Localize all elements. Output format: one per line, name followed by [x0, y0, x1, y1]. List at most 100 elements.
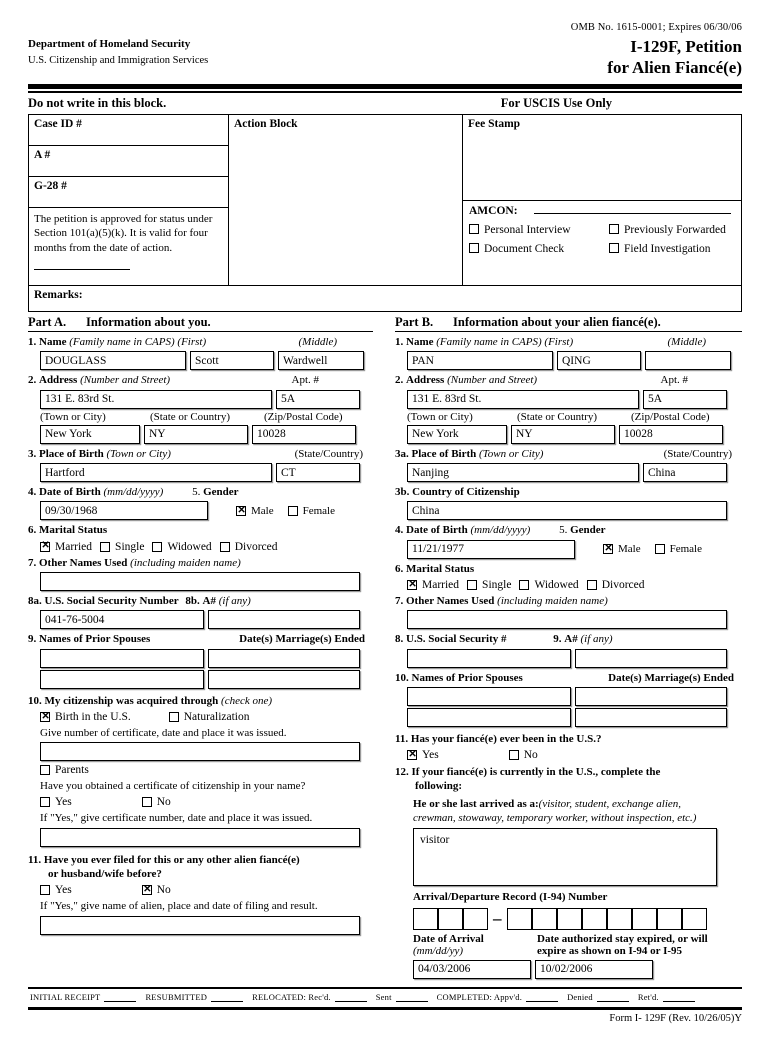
- checkbox-icon[interactable]: [40, 540, 50, 552]
- checkbox-icon[interactable]: [469, 242, 479, 253]
- amcon-input-line[interactable]: [533, 205, 731, 214]
- checkbox-icon[interactable]: [40, 797, 50, 808]
- i94-box[interactable]: [631, 907, 657, 930]
- relocated-line[interactable]: [334, 994, 367, 1002]
- town-input[interactable]: New York: [40, 424, 140, 444]
- fiance-alien-number-input[interactable]: [575, 648, 727, 668]
- i94-box[interactable]: [581, 907, 607, 930]
- checkbox-icon[interactable]: [141, 797, 152, 808]
- checkbox-icon[interactable]: [609, 242, 619, 253]
- fiance-prior-spouse-name-input[interactable]: [407, 686, 571, 706]
- fiance-prior-spouse-date-input[interactable]: [575, 686, 727, 706]
- birth-town-input[interactable]: Hartford: [40, 463, 272, 483]
- i94-box[interactable]: [556, 907, 582, 930]
- checkbox-icon[interactable]: [236, 505, 246, 516]
- prior-spouse-date-input[interactable]: [208, 669, 360, 689]
- prior-filing-no-option[interactable]: No: [141, 884, 171, 896]
- checkbox-icon[interactable]: [100, 541, 111, 552]
- fiance-dob-input[interactable]: 11/21/1977: [407, 539, 575, 559]
- prior-spouse-date-input[interactable]: [208, 648, 360, 668]
- certificate-detail-input[interactable]: [40, 827, 360, 847]
- fiance-birth-country-input[interactable]: China: [643, 463, 727, 483]
- first-name-input[interactable]: Scott: [190, 351, 274, 371]
- fiance-prior-spouse-name-input[interactable]: [407, 707, 571, 727]
- checkbox-field-investigation[interactable]: Field Investigation: [609, 242, 711, 255]
- checkbox-document-check[interactable]: Document Check: [469, 242, 609, 255]
- fiance-other-names-input[interactable]: [407, 610, 727, 630]
- fiance-family-name-input[interactable]: PAN: [407, 351, 553, 371]
- fiance-apt-input[interactable]: 5A: [643, 389, 727, 409]
- checkbox-icon[interactable]: [467, 579, 478, 590]
- case-id-field[interactable]: Case ID #: [29, 115, 228, 146]
- street-input[interactable]: 131 E. 83rd St.: [40, 389, 272, 409]
- fiance-marital-married-option[interactable]: Married: [407, 579, 459, 591]
- prior-spouse-name-input[interactable]: [40, 648, 204, 668]
- fiance-been-in-us-no-option[interactable]: No: [508, 749, 538, 761]
- prior-filing-detail-input[interactable]: [40, 915, 360, 935]
- other-names-input[interactable]: [40, 571, 360, 591]
- fiance-ssn-input[interactable]: [407, 648, 571, 668]
- completed-line[interactable]: [526, 994, 559, 1002]
- fiance-state-input[interactable]: NY: [511, 424, 615, 444]
- citizenship-birth-option[interactable]: Birth in the U.S.: [40, 711, 131, 723]
- checkbox-icon[interactable]: [40, 711, 50, 722]
- approval-date-line[interactable]: [34, 259, 130, 270]
- country-of-citizenship-input[interactable]: China: [407, 501, 727, 521]
- marital-single-option[interactable]: Single: [100, 541, 144, 553]
- state-input[interactable]: NY: [144, 424, 248, 444]
- dob-input[interactable]: 09/30/1968: [40, 501, 208, 521]
- checkbox-icon[interactable]: [407, 749, 417, 761]
- certificate-input[interactable]: [40, 742, 360, 762]
- fiance-town-input[interactable]: New York: [407, 424, 507, 444]
- prior-filing-yes-option[interactable]: Yes: [40, 884, 72, 896]
- fiance-birth-town-input[interactable]: Nanjing: [407, 463, 639, 483]
- fiance-middle-name-input[interactable]: [645, 351, 731, 371]
- denied-line[interactable]: [596, 994, 629, 1002]
- checkbox-icon[interactable]: [141, 884, 152, 896]
- checkbox-icon[interactable]: [407, 579, 417, 590]
- fiance-marital-widowed-option[interactable]: Widowed: [519, 579, 579, 591]
- i94-box[interactable]: [681, 907, 707, 930]
- fiance-zip-input[interactable]: 10028: [619, 424, 723, 444]
- checkbox-icon[interactable]: [603, 543, 613, 555]
- birth-state-input[interactable]: CT: [276, 463, 360, 483]
- checkbox-icon[interactable]: [40, 765, 50, 776]
- fiance-first-name-input[interactable]: QING: [557, 351, 641, 371]
- sent-line[interactable]: [395, 994, 428, 1002]
- family-name-input[interactable]: DOUGLASS: [40, 351, 186, 371]
- checkbox-icon[interactable]: [287, 505, 298, 516]
- initial-receipt-line[interactable]: [104, 994, 137, 1002]
- marital-married-option[interactable]: Married: [40, 540, 92, 553]
- middle-name-input[interactable]: Wardwell: [278, 351, 364, 371]
- fiance-prior-spouse-date-input[interactable]: [575, 707, 727, 727]
- alien-number-input[interactable]: [208, 610, 360, 630]
- i94-box[interactable]: [606, 907, 632, 930]
- checkbox-icon[interactable]: [586, 579, 597, 590]
- a-number-field[interactable]: A #: [29, 146, 228, 177]
- gender-male-option[interactable]: Male: [236, 505, 274, 517]
- i94-box[interactable]: [438, 907, 463, 930]
- marital-divorced-option[interactable]: Divorced: [219, 541, 277, 553]
- prior-spouse-name-input[interactable]: [40, 669, 204, 689]
- checkbox-icon[interactable]: [469, 223, 479, 234]
- fiance-marital-divorced-option[interactable]: Divorced: [586, 579, 644, 591]
- i94-box[interactable]: [506, 907, 532, 930]
- retd-line[interactable]: [662, 994, 695, 1002]
- checkbox-previously-forwarded[interactable]: Previously Forwarded: [609, 223, 726, 236]
- fiance-gender-male-option[interactable]: Male: [603, 543, 641, 555]
- checkbox-icon[interactable]: [654, 544, 665, 555]
- i94-box[interactable]: [656, 907, 682, 930]
- certificate-no-option[interactable]: No: [141, 796, 171, 808]
- remarks-field[interactable]: Remarks:: [29, 284, 741, 311]
- fiance-been-in-us-yes-option[interactable]: Yes: [407, 749, 439, 761]
- fiance-street-input[interactable]: 131 E. 83rd St.: [407, 389, 639, 409]
- checkbox-icon[interactable]: [609, 223, 619, 234]
- ssn-input[interactable]: 041-76-5004: [40, 610, 204, 630]
- citizenship-naturalization-option[interactable]: Naturalization: [168, 711, 250, 723]
- i94-box[interactable]: [413, 907, 438, 930]
- fiance-marital-single-option[interactable]: Single: [467, 579, 511, 591]
- fiance-gender-female-option[interactable]: Female: [654, 543, 702, 555]
- checkbox-icon[interactable]: [168, 711, 179, 722]
- zip-input[interactable]: 10028: [252, 424, 356, 444]
- i94-number-group[interactable]: –: [413, 907, 742, 930]
